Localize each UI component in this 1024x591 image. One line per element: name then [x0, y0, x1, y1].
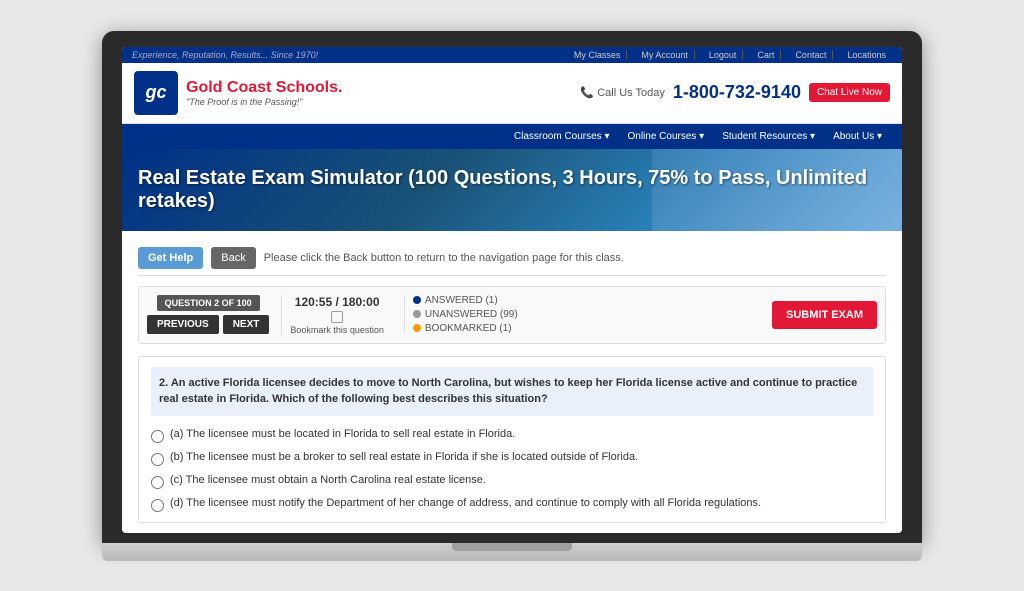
- bookmark-checkbox[interactable]: [331, 311, 343, 323]
- answered-label: ANSWERED (1): [425, 295, 498, 306]
- answer-text-a: (a) The licensee must be located in Flor…: [170, 428, 515, 440]
- submit-exam-button[interactable]: SUBMIT EXAM: [772, 301, 877, 329]
- radio-c[interactable]: [151, 476, 164, 489]
- main-nav: Classroom Courses ▾ Online Courses ▾ Stu…: [122, 124, 902, 149]
- radio-a[interactable]: [151, 430, 164, 443]
- cart-link[interactable]: Cart: [751, 50, 781, 60]
- nav-online-courses[interactable]: Online Courses ▾: [619, 128, 712, 145]
- answer-options: (a) The licensee must be located in Flor…: [151, 428, 873, 512]
- locations-link[interactable]: Locations: [841, 50, 892, 60]
- nav-buttons: PREVIOUS NEXT: [147, 315, 269, 334]
- action-hint: Please click the Back button to return t…: [264, 252, 624, 264]
- utility-links: My Classes My Account Logout Cart Contac…: [568, 50, 892, 60]
- my-classes-link[interactable]: My Classes: [568, 50, 628, 60]
- logo-name: Gold Coast Schools.: [186, 79, 342, 97]
- previous-button[interactable]: PREVIOUS: [147, 315, 219, 334]
- my-account-link[interactable]: My Account: [635, 50, 695, 60]
- radio-b[interactable]: [151, 453, 164, 466]
- hero-banner: Real Estate Exam Simulator (100 Question…: [122, 149, 902, 231]
- nav-student-resources[interactable]: Student Resources ▾: [714, 128, 823, 145]
- answer-option-d[interactable]: (d) The licensee must notify the Departm…: [151, 497, 873, 512]
- get-help-button[interactable]: Get Help: [138, 247, 203, 269]
- laptop-base: [102, 543, 922, 561]
- answered-dot: [413, 296, 421, 304]
- logout-link[interactable]: Logout: [703, 50, 744, 60]
- browser-window: Experience, Reputation, Results... Since…: [122, 47, 902, 533]
- answer-text-d: (d) The licensee must notify the Departm…: [170, 497, 761, 509]
- answer-option-a[interactable]: (a) The licensee must be located in Flor…: [151, 428, 873, 443]
- phone-area: 📞 Call Us Today 1-800-732-9140 Chat Live…: [580, 82, 890, 103]
- answered-status: ANSWERED (1): [413, 295, 518, 306]
- site-header: gc Gold Coast Schools. "The Proof is in …: [122, 63, 902, 124]
- quiz-controls: QUESTION 2 OF 100 PREVIOUS NEXT 120:55 /…: [138, 286, 886, 344]
- unanswered-label: UNANSWERED (99): [425, 309, 518, 320]
- laptop-frame: Experience, Reputation, Results... Since…: [102, 31, 922, 561]
- answer-option-b[interactable]: (b) The licensee must be a broker to sel…: [151, 451, 873, 466]
- unanswered-dot: [413, 310, 421, 318]
- action-bar: Get Help Back Please click the Back butt…: [138, 241, 886, 276]
- bookmarked-label: BOOKMARKED (1): [425, 323, 512, 334]
- nav-classroom-courses[interactable]: Classroom Courses ▾: [506, 128, 618, 145]
- hero-title: Real Estate Exam Simulator (100 Question…: [138, 167, 886, 213]
- contact-link[interactable]: Contact: [789, 50, 833, 60]
- question-text: 2. An active Florida licensee decides to…: [151, 367, 873, 416]
- back-button[interactable]: Back: [211, 247, 255, 269]
- question-counter: QUESTION 2 OF 100: [157, 295, 260, 311]
- timer-display: 120:55 / 180:00: [295, 295, 380, 309]
- status-area: ANSWERED (1) UNANSWERED (99) BOOKMARKED …: [404, 295, 526, 334]
- logo-area[interactable]: gc Gold Coast Schools. "The Proof is in …: [134, 71, 342, 115]
- bookmark-control[interactable]: Bookmark this question: [290, 311, 384, 335]
- chat-button[interactable]: Chat Live Now: [809, 83, 890, 102]
- logo-icon: gc: [134, 71, 178, 115]
- phone-label: 📞 Call Us Today: [580, 86, 664, 99]
- main-content: Get Help Back Please click the Back butt…: [122, 231, 902, 533]
- question-block: 2. An active Florida licensee decides to…: [138, 356, 886, 523]
- next-button[interactable]: NEXT: [223, 315, 270, 334]
- logo-tagline: "The Proof is in the Passing!": [186, 97, 342, 107]
- logo-text: Gold Coast Schools. "The Proof is in the…: [186, 79, 342, 107]
- question-nav: QUESTION 2 OF 100 PREVIOUS NEXT: [147, 295, 269, 334]
- unanswered-status: UNANSWERED (99): [413, 309, 518, 320]
- utility-bar: Experience, Reputation, Results... Since…: [122, 47, 902, 63]
- phone-number: 1-800-732-9140: [673, 82, 801, 103]
- answer-text-c: (c) The licensee must obtain a North Car…: [170, 474, 486, 486]
- nav-about-us[interactable]: About Us ▾: [825, 128, 890, 145]
- bookmark-label: Bookmark this question: [290, 325, 384, 335]
- bookmarked-status: BOOKMARKED (1): [413, 323, 518, 334]
- tagline: Experience, Reputation, Results... Since…: [132, 50, 318, 60]
- header-contact: 📞 Call Us Today 1-800-732-9140 Chat Live…: [580, 82, 890, 103]
- answer-option-c[interactable]: (c) The licensee must obtain a North Car…: [151, 474, 873, 489]
- timer-area: 120:55 / 180:00 Bookmark this question: [281, 295, 392, 335]
- radio-d[interactable]: [151, 499, 164, 512]
- answer-text-b: (b) The licensee must be a broker to sel…: [170, 451, 638, 463]
- screen-bezel: Experience, Reputation, Results... Since…: [102, 31, 922, 543]
- bookmarked-dot: [413, 324, 421, 332]
